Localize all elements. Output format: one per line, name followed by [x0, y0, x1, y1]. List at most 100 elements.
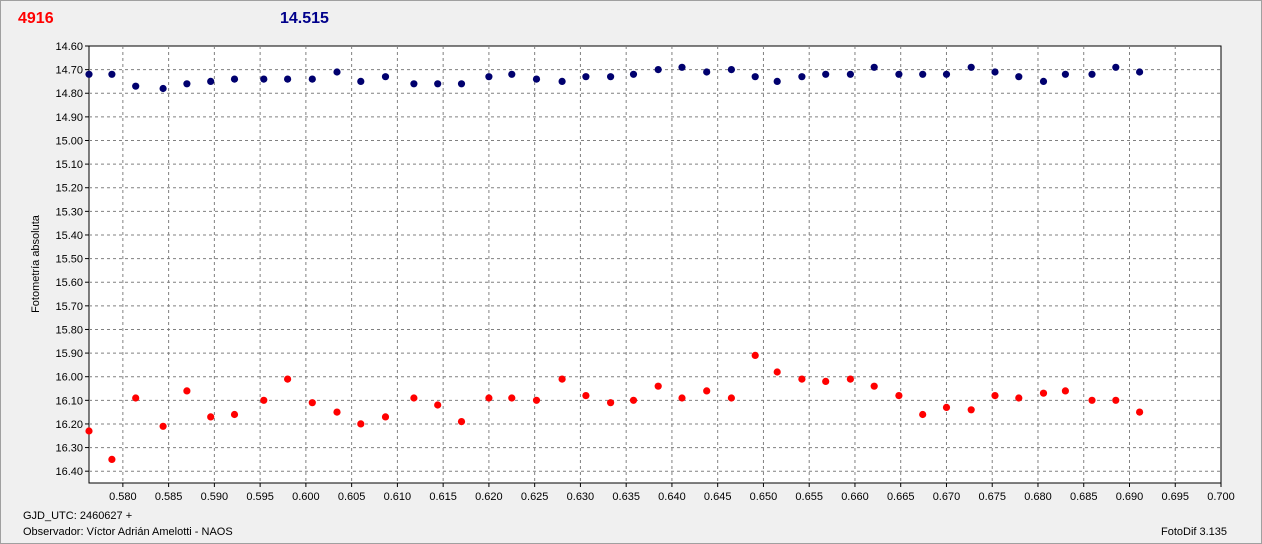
observer-label: Observador: Víctor Adrián Amelotti - NAO… — [23, 526, 233, 538]
x-tick-label: 0.660 — [841, 491, 869, 503]
software-label: FotoDif 3.135 — [1161, 526, 1228, 538]
y-tick-label: 16.10 — [55, 395, 83, 407]
comparison-point — [284, 75, 292, 83]
x-tick-label: 0.615 — [429, 491, 457, 503]
y-tick-label: 16.00 — [55, 372, 83, 384]
target-point — [582, 392, 590, 400]
target-point — [678, 394, 686, 402]
x-tick-label: 0.635 — [612, 491, 640, 503]
comparison-point — [967, 63, 975, 71]
x-tick-label: 0.595 — [246, 491, 274, 503]
x-tick-label: 0.665 — [887, 491, 915, 503]
x-tick-label: 0.650 — [750, 491, 778, 503]
comparison-point — [703, 68, 711, 76]
target-point — [508, 394, 516, 402]
target-point — [1061, 387, 1069, 395]
comparison-point — [357, 77, 365, 85]
comparison-point — [308, 75, 316, 83]
y-tick-label: 16.40 — [55, 466, 83, 478]
comparison-point — [333, 68, 341, 76]
comparison-point — [942, 70, 951, 78]
y-tick-label: 15.20 — [55, 183, 83, 195]
x-tick-label: 0.630 — [567, 491, 595, 503]
target-point — [1039, 389, 1048, 397]
target-point — [629, 396, 638, 404]
y-tick-label: 15.60 — [55, 277, 83, 289]
target-point — [1112, 396, 1120, 404]
y-tick-label: 15.30 — [55, 206, 83, 218]
x-tick-label: 0.670 — [933, 491, 961, 503]
target-point — [381, 413, 390, 421]
comparison-point — [607, 73, 615, 81]
x-tick-label: 0.620 — [475, 491, 503, 503]
target-point — [230, 410, 239, 419]
y-axis-ticks: 14.60 14.70 14.80 14.90 15.00 15.10 15.20 15.30… — [55, 41, 89, 478]
comparison-point — [846, 70, 855, 78]
comparison-point — [822, 70, 830, 78]
target-point — [870, 382, 878, 390]
comparison-point — [751, 73, 759, 81]
x-tick-label: 0.695 — [1161, 491, 1189, 503]
target-point — [434, 401, 442, 409]
gjd-label: GJD_UTC: 2460627 + — [23, 510, 133, 522]
comparison-point — [207, 77, 215, 85]
target-point — [703, 387, 711, 395]
x-tick-label: 0.610 — [384, 491, 412, 503]
x-tick-label: 0.685 — [1070, 491, 1098, 503]
comparison-point — [183, 80, 191, 88]
comparison-point — [132, 82, 140, 90]
y-tick-label: 15.80 — [55, 324, 83, 336]
y-tick-label: 14.80 — [55, 88, 83, 100]
comparison-point — [457, 80, 466, 88]
comparison-point — [410, 80, 418, 88]
target-point — [183, 387, 191, 395]
comparison-point — [1088, 70, 1096, 78]
target-point — [260, 396, 268, 404]
target-point — [773, 368, 781, 376]
target-point — [357, 420, 365, 428]
x-tick-label: 0.625 — [521, 491, 549, 503]
target-point — [308, 399, 316, 407]
target-point — [485, 394, 493, 402]
y-tick-label: 15.00 — [55, 135, 83, 147]
comparison-point — [773, 77, 781, 85]
comparison-point — [508, 70, 516, 78]
x-axis-ticks: 0.580 0.585 0.590 0.595 0.600 0.605 0.610 0.615… — [109, 483, 1235, 503]
y-tick-label: 14.60 — [55, 41, 83, 53]
target-point — [85, 427, 93, 435]
x-tick-label: 0.690 — [1116, 491, 1144, 503]
comparison-point — [727, 66, 736, 74]
target-point — [410, 394, 418, 402]
target-point — [846, 375, 855, 383]
target-point — [1088, 396, 1096, 404]
comparison-point — [532, 75, 541, 83]
y-tick-label: 14.70 — [55, 65, 83, 77]
y-tick-label: 16.20 — [55, 419, 83, 431]
y-tick-label: 15.40 — [55, 230, 83, 242]
y-tick-label: 15.70 — [55, 301, 83, 313]
x-tick-label: 0.580 — [109, 491, 137, 503]
chart-window: 4916 14.515 14.60 14.70 14.80 14.90 15.00 15.… — [0, 0, 1262, 544]
comparison-point — [381, 73, 390, 81]
x-tick-label: 0.600 — [292, 491, 320, 503]
comparison-point — [919, 70, 927, 78]
comparison-point — [260, 75, 268, 83]
comparison-point — [991, 68, 999, 76]
target-point — [967, 406, 975, 414]
target-point — [822, 377, 830, 385]
y-tick-label: 15.10 — [55, 159, 83, 171]
comparison-point — [1015, 73, 1023, 81]
target-point — [919, 410, 927, 419]
x-tick-label: 0.645 — [704, 491, 732, 503]
target-point — [207, 413, 215, 421]
x-tick-label: 0.655 — [795, 491, 823, 503]
comparison-point — [434, 80, 442, 88]
comparison-point — [678, 63, 686, 71]
target-point — [159, 422, 167, 430]
target-point — [333, 408, 341, 416]
comparison-point — [870, 63, 878, 71]
y-tick-label: 15.90 — [55, 348, 83, 360]
comparison-point — [798, 73, 806, 81]
x-tick-label: 0.640 — [658, 491, 686, 503]
comparison-point — [485, 73, 493, 81]
